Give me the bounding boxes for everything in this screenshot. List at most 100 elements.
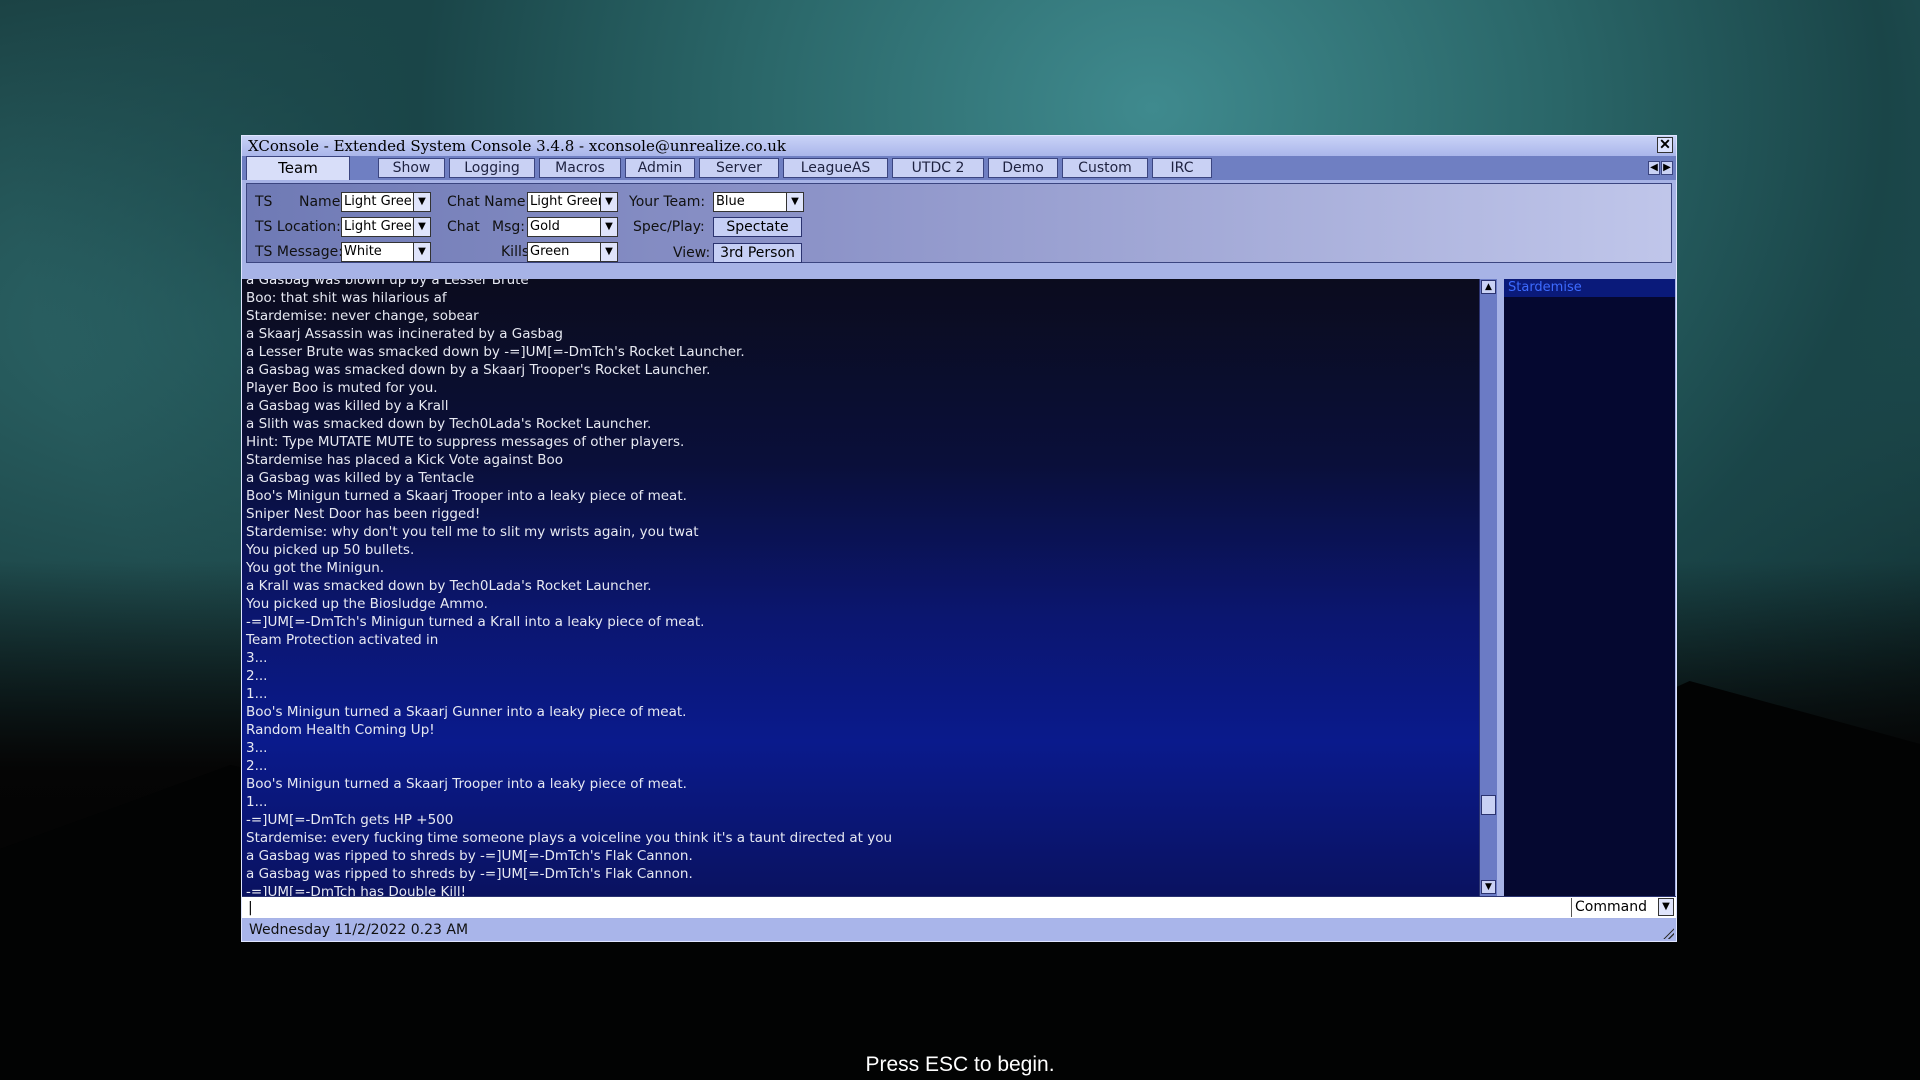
log-line: Stardemise: why don't you tell me to sli… xyxy=(246,524,699,540)
tab-bar: Team Options Show Logging Macros Admin S… xyxy=(242,156,1676,199)
command-mode-value: Command xyxy=(1575,899,1647,915)
close-icon: ✕ xyxy=(1659,137,1671,153)
chevron-down-icon[interactable]: ▼ xyxy=(786,193,803,211)
log-line: a Slith was smacked down by Tech0Lada's … xyxy=(246,416,652,432)
log-line: Player Boo is muted for you. xyxy=(246,380,438,396)
log-line: a Gasbag was smacked down by a Skaarj Tr… xyxy=(246,362,711,378)
log-line: Boo: that shit was hilarious af xyxy=(246,290,447,306)
log-line: -=]UM[=-DmTch's Minigun turned a Krall i… xyxy=(246,614,705,630)
log-line: a Skaarj Assassin was incinerated by a G… xyxy=(246,326,563,342)
tab-scroll-right-icon[interactable]: ▶ xyxy=(1661,161,1673,175)
chat-name-color-value: Light Green xyxy=(530,194,606,209)
user-list: Stardemise xyxy=(1504,279,1675,896)
ts-location-label: TS Location: xyxy=(255,219,341,235)
tab-utdc2[interactable]: UTDC 2 xyxy=(892,158,984,178)
log-line: a Gasbag was ripped to shreds by -=]UM[=… xyxy=(246,866,693,882)
ts-message-color-select[interactable]: White ▼ xyxy=(341,242,431,262)
tab-demo[interactable]: Demo xyxy=(988,158,1058,178)
console-scrollbar[interactable]: ▲ ▼ xyxy=(1479,279,1497,896)
log-line: Stardemise has placed a Kick Vote agains… xyxy=(246,452,564,468)
chat-label: Chat xyxy=(447,219,480,235)
tab-logging[interactable]: Logging xyxy=(449,158,535,178)
window-title: XConsole - Extended System Console 3.4.8… xyxy=(248,137,786,155)
press-esc-prompt: Press ESC to begin. xyxy=(865,1053,1055,1076)
chevron-down-icon[interactable]: ▼ xyxy=(1658,898,1674,916)
spec-play-label: Spec/Play: xyxy=(633,219,705,235)
log-line: a Gasbag was ripped to shreds by -=]UM[=… xyxy=(246,848,693,864)
ts-name-color-value: Light Green xyxy=(344,194,420,209)
command-input[interactable]: | xyxy=(248,899,1548,917)
chat-msg-color-select[interactable]: Gold ▼ xyxy=(527,217,618,237)
window-titlebar[interactable]: XConsole - Extended System Console 3.4.8… xyxy=(242,136,1676,156)
your-team-select[interactable]: Blue ▼ xyxy=(713,192,804,212)
log-line: a Gasbag was blown up by a Lesser Brute xyxy=(246,279,529,288)
log-line: 1... xyxy=(246,686,268,702)
xconsole-window: XConsole - Extended System Console 3.4.8… xyxy=(241,135,1677,942)
log-line: -=]UM[=-DmTch has Double Kill! xyxy=(246,884,466,896)
log-line: You picked up 50 bullets. xyxy=(246,542,415,558)
chevron-down-icon[interactable]: ▼ xyxy=(413,193,430,211)
log-line: 2... xyxy=(246,668,268,684)
ts-message-label: TS Message: xyxy=(255,244,343,260)
log-line: Hint: Type MUTATE MUTE to suppress messa… xyxy=(246,434,685,450)
log-line: 3... xyxy=(246,650,268,666)
status-datetime: Wednesday 11/2/2022 0.23 AM xyxy=(249,922,469,938)
log-line: -=]UM[=-DmTch gets HP +500 xyxy=(246,812,454,828)
tab-admin[interactable]: Admin xyxy=(625,158,695,178)
log-line: a Gasbag was killed by a Krall xyxy=(246,398,449,414)
chevron-down-icon[interactable]: ▼ xyxy=(413,218,430,236)
chevron-down-icon[interactable]: ▼ xyxy=(600,218,617,236)
console-log-area[interactable]: a Gasbag was blown up by a Lesser Brute B… xyxy=(242,279,1479,896)
log-line: You picked up the Biosludge Ammo. xyxy=(246,596,488,612)
resize-grip-icon[interactable] xyxy=(1662,927,1674,939)
log-line: a Lesser Brute was smacked down by -=]UM… xyxy=(246,344,745,360)
log-line: a Gasbag was killed by a Tentacle xyxy=(246,470,475,486)
tab-server[interactable]: Server xyxy=(699,158,779,178)
chevron-down-icon[interactable]: ▼ xyxy=(600,243,617,261)
tab-custom[interactable]: Custom xyxy=(1062,158,1148,178)
command-row: | Command ▼ xyxy=(242,896,1676,918)
log-line: You got the Minigun. xyxy=(246,560,385,576)
view-button[interactable]: 3rd Person xyxy=(713,243,802,263)
chevron-down-icon[interactable]: ▼ xyxy=(413,243,430,261)
log-line: Boo's Minigun turned a Skaarj Trooper in… xyxy=(246,488,687,504)
log-line: Random Health Coming Up! xyxy=(246,722,435,738)
ts-message-color-value: White xyxy=(344,244,382,259)
log-line: Boo's Minigun turned a Skaarj Trooper in… xyxy=(246,776,687,792)
tab-scroll-left-icon[interactable]: ◀ xyxy=(1648,161,1660,175)
log-line: a Krall was smacked down by Tech0Lada's … xyxy=(246,578,652,594)
tab-team-options[interactable]: Team Options xyxy=(246,156,350,199)
ts-name-color-select[interactable]: Light Green ▼ xyxy=(341,192,431,212)
kills-color-select[interactable]: Green ▼ xyxy=(527,242,618,262)
tab-macros[interactable]: Macros xyxy=(539,158,621,178)
log-line: Team Protection activated in xyxy=(246,632,439,648)
scroll-down-icon[interactable]: ▼ xyxy=(1481,880,1496,894)
team-options-panel: TS Name Light Green ▼ TS Location: Light… xyxy=(246,183,1672,263)
chevron-down-icon[interactable]: ▼ xyxy=(600,193,617,211)
chat-name-label: Chat Name: xyxy=(447,194,531,210)
kills-label: Kills xyxy=(501,244,530,260)
spectate-button[interactable]: Spectate xyxy=(713,217,802,237)
close-button[interactable]: ✕ xyxy=(1657,137,1673,153)
log-line: Sniper Nest Door has been rigged! xyxy=(246,506,481,522)
tab-irc[interactable]: IRC xyxy=(1152,158,1212,178)
chat-msg-color-value: Gold xyxy=(530,219,560,234)
ts-location-color-select[interactable]: Light Green ▼ xyxy=(341,217,431,237)
log-line: Stardemise: every fucking time someone p… xyxy=(246,830,893,846)
log-line: Stardemise: never change, sobear xyxy=(246,308,479,324)
tab-leagueas[interactable]: LeagueAS xyxy=(783,158,888,178)
msg-label: Msg: xyxy=(492,219,525,235)
your-team-label: Your Team: xyxy=(629,194,706,210)
log-line: 2... xyxy=(246,758,268,774)
log-line: 3... xyxy=(246,740,268,756)
scroll-up-icon[interactable]: ▲ xyxy=(1481,280,1496,294)
kills-color-value: Green xyxy=(530,244,570,259)
console-log: a Gasbag was blown up by a Lesser Brute B… xyxy=(246,279,1466,896)
ts-location-color-value: Light Green xyxy=(344,219,420,234)
command-mode-select[interactable]: Command ▼ xyxy=(1571,898,1675,917)
user-list-item[interactable]: Stardemise xyxy=(1504,279,1675,297)
scrollbar-thumb[interactable] xyxy=(1481,795,1496,815)
chat-name-color-select[interactable]: Light Green ▼ xyxy=(527,192,618,212)
tab-show[interactable]: Show xyxy=(378,158,445,178)
log-line: 1... xyxy=(246,794,268,810)
